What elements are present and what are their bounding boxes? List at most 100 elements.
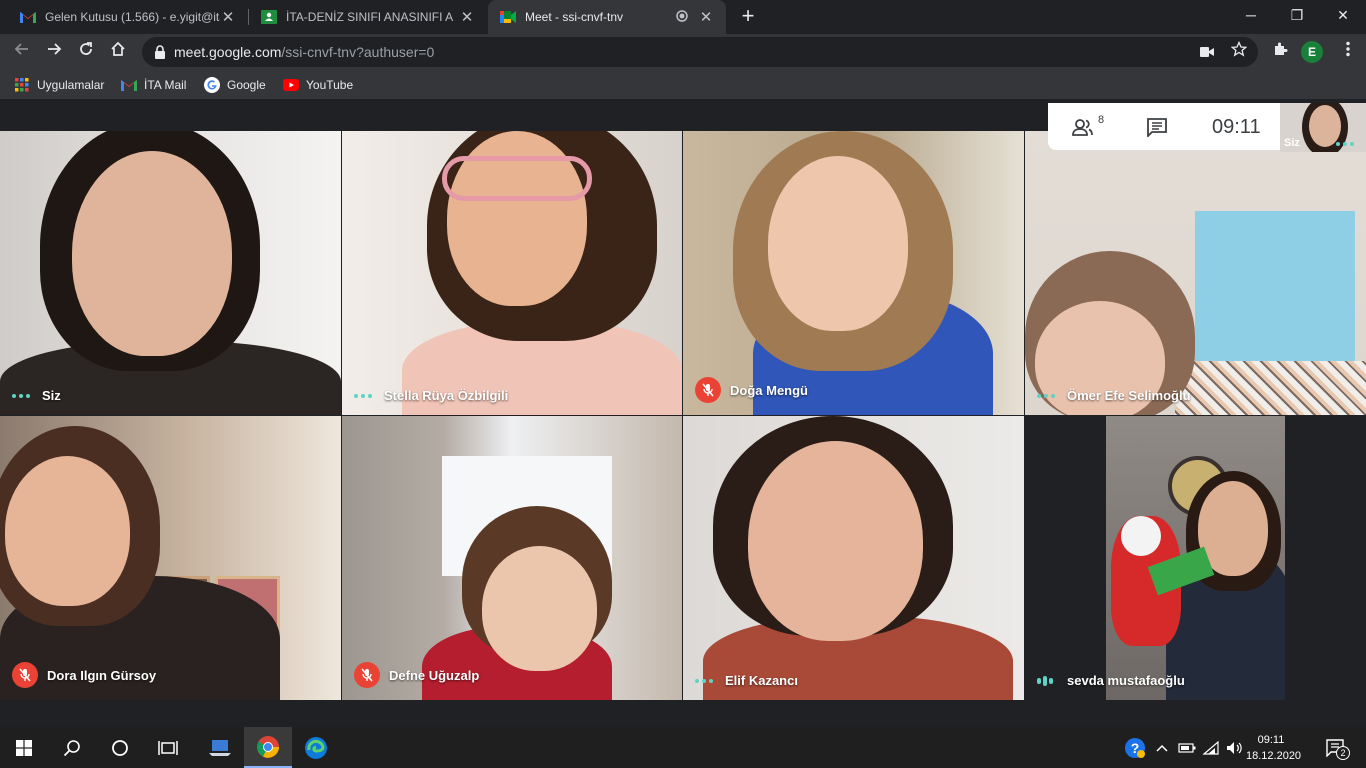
people-icon — [1072, 119, 1093, 136]
taskbar: ? 09:11 18.12.2020 2 — [0, 727, 1366, 768]
meet-icon — [500, 9, 516, 25]
extensions-button[interactable] — [1266, 38, 1294, 66]
taskbar-app-files[interactable] — [196, 727, 244, 768]
mic-off-icon — [695, 377, 721, 403]
participant-name-tag: sevda mustafaoğlu — [1037, 673, 1185, 688]
more-options-dots-icon[interactable] — [1037, 393, 1055, 398]
back-button[interactable] — [8, 38, 36, 66]
address-bar[interactable]: meet.google.com/ssi-cnvf-tnv?authuser=0 — [142, 37, 1258, 67]
forward-button[interactable] — [40, 38, 68, 66]
bookmark-youtube[interactable]: YouTube — [283, 76, 353, 94]
cortana-button[interactable] — [96, 727, 144, 768]
home-button[interactable] — [104, 38, 132, 66]
video-tile[interactable]: Ömer Efe Selimoğlu — [1025, 131, 1366, 415]
gmail-icon — [20, 9, 36, 25]
more-options-dots-icon[interactable] — [1336, 142, 1354, 146]
video-tile[interactable]: Elif Kazancı — [683, 416, 1024, 700]
taskbar-app-edge[interactable] — [292, 727, 340, 768]
close-tab-icon[interactable]: ✕ — [459, 8, 475, 26]
camera-in-use-icon[interactable] — [1196, 41, 1218, 63]
google-icon — [204, 77, 220, 93]
video-tile[interactable]: Siz — [0, 131, 341, 415]
meet-call-area: Siz Stella Rüya Özbilgili Doğa Mengü Öme… — [0, 101, 1366, 727]
start-button[interactable] — [0, 727, 48, 768]
video-tile[interactable]: sevda mustafaoğlu — [1025, 416, 1366, 700]
url-text[interactable]: meet.google.com/ssi-cnvf-tnv?authuser=0 — [174, 44, 434, 60]
bookmark-label: YouTube — [306, 78, 354, 92]
arrow-right-icon — [48, 43, 62, 55]
gmail-icon — [121, 77, 137, 93]
self-video — [1309, 105, 1341, 147]
self-view[interactable]: Siz — [1280, 103, 1366, 152]
minimize-button[interactable]: ─ — [1228, 0, 1274, 30]
participant-video — [768, 156, 908, 331]
chrome-icon — [257, 735, 279, 758]
task-view-icon — [158, 740, 178, 755]
classroom-icon — [261, 9, 277, 25]
tab-gmail[interactable]: Gelen Kutusu (1.566) - e.yigit@ita ✕ — [8, 0, 248, 34]
chevron-up-icon[interactable] — [1152, 727, 1172, 768]
more-options-dots-icon[interactable] — [354, 393, 372, 398]
participants-button[interactable]: 8 — [1068, 114, 1108, 140]
participant-name-tag: Elif Kazancı — [695, 673, 798, 688]
bookmark-label: Uygulamalar — [37, 78, 105, 92]
reload-button[interactable] — [72, 38, 100, 66]
url-host: meet.google.com — [174, 44, 282, 60]
tab-strip: Gelen Kutusu (1.566) - e.yigit@ita ✕ İTA… — [0, 0, 1366, 34]
more-options-dots-icon[interactable] — [12, 393, 30, 398]
search-button[interactable] — [48, 727, 96, 768]
notifications-button[interactable]: 2 — [1318, 727, 1354, 768]
video-tile[interactable]: Dora Ilgın Gürsoy — [0, 416, 341, 700]
url-path: /ssi-cnvf-tnv?authuser=0 — [281, 44, 435, 60]
participant-count: 8 — [1097, 114, 1105, 126]
menu-button[interactable] — [1334, 38, 1362, 66]
meeting-clock: 09:11 — [1212, 116, 1261, 138]
taskbar-app-chrome[interactable] — [244, 727, 292, 768]
home-icon — [111, 41, 125, 56]
bookmark-label: İTA Mail — [144, 78, 187, 92]
bookmark-apps[interactable]: Uygulamalar — [14, 76, 104, 94]
video-tile[interactable]: Defne Uğuzalp — [342, 416, 682, 700]
taskbar-clock[interactable]: 09:11 18.12.2020 — [1246, 732, 1301, 764]
search-icon — [63, 739, 80, 756]
participant-name-tag: Siz — [12, 388, 61, 403]
tab-meet[interactable]: Meet - ssi-cnvf-tnv ✕ — [488, 0, 726, 34]
video-tile[interactable]: Stella Rüya Özbilgili — [342, 131, 682, 415]
new-tab-button[interactable]: + — [736, 4, 760, 28]
bookmark-ita-mail[interactable]: İTA Mail — [121, 76, 186, 94]
participant-name-tag: Doğa Mengü — [695, 377, 808, 403]
close-tab-icon[interactable]: ✕ — [698, 8, 714, 26]
participant-name-tag: Ömer Efe Selimoğlu — [1037, 388, 1191, 403]
laptop-app-icon — [209, 739, 231, 756]
mic-off-icon — [12, 662, 38, 688]
close-tab-icon[interactable]: ✕ — [220, 8, 236, 26]
participant-name: Dora Ilgın Gürsoy — [47, 667, 157, 683]
video-tile[interactable]: Doğa Mengü — [683, 131, 1024, 415]
lock-icon[interactable] — [152, 44, 168, 60]
close-window-button[interactable]: ✕ — [1320, 0, 1366, 30]
bookmark-star-icon[interactable] — [1228, 40, 1250, 63]
help-icon[interactable]: ? — [1122, 727, 1148, 768]
tab-title: Gelen Kutusu (1.566) - e.yigit@ita — [45, 10, 220, 24]
profile-avatar[interactable]: E — [1301, 41, 1323, 63]
participant-name-tag: Stella Rüya Özbilgili — [354, 388, 508, 403]
taskbar-time: 09:11 — [1257, 734, 1285, 746]
restore-button[interactable]: ❐ — [1274, 0, 1320, 30]
task-view-button[interactable] — [144, 727, 192, 768]
battery-icon[interactable] — [1176, 727, 1198, 768]
participant-name-tag: Defne Uğuzalp — [354, 662, 479, 688]
participant-name: Defne Uğuzalp — [389, 667, 480, 683]
wifi-icon[interactable] — [1200, 727, 1222, 768]
participant-name: Doğa Mengü — [730, 382, 808, 398]
arrow-left-icon — [14, 43, 28, 55]
tab-classroom[interactable]: İTA-DENİZ SINIFI ANASINIFI A ✕ — [249, 0, 487, 34]
tab-title: Meet - ssi-cnvf-tnv — [525, 10, 624, 24]
participant-name: Ömer Efe Selimoğlu — [1067, 388, 1191, 403]
more-options-dots-icon[interactable] — [695, 678, 713, 683]
more-vert-icon — [1346, 41, 1350, 57]
participant-video — [748, 441, 923, 641]
chat-button[interactable] — [1144, 114, 1170, 140]
meeting-info-panel: 8 09:11 — [1048, 103, 1280, 150]
volume-icon[interactable] — [1224, 727, 1246, 768]
bookmark-google[interactable]: Google — [204, 76, 266, 94]
